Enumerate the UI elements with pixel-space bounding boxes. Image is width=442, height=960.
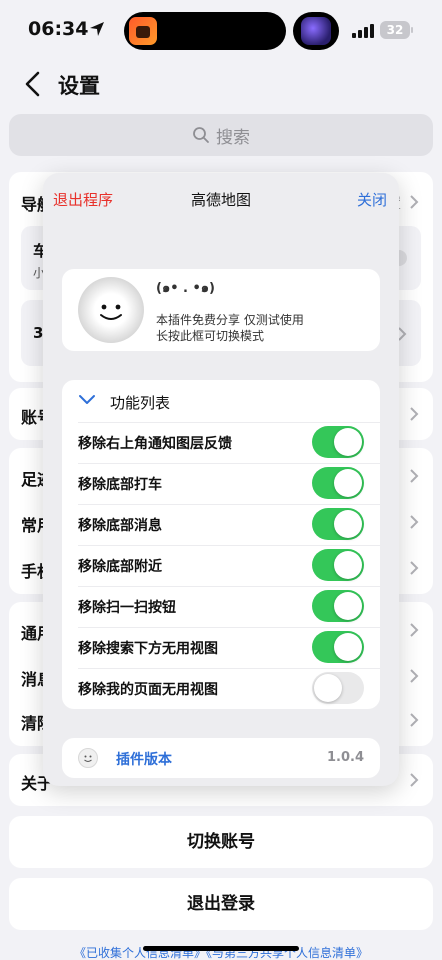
- feature-label: 移除底部附近: [78, 559, 162, 575]
- plugin-version-card: 插件版本 1.0.4: [62, 738, 380, 778]
- status-bar: 06:34 32: [0, 0, 442, 62]
- row-divider: [78, 545, 380, 546]
- feature-label: 移除底部消息: [78, 518, 162, 534]
- plugin-version-value: 1.0.4: [326, 750, 364, 765]
- feature-toggle-switch[interactable]: [312, 672, 364, 704]
- chevron-right-icon: [410, 407, 419, 421]
- toggle-knob: [334, 428, 362, 456]
- overlay-title: 高德地图: [190, 191, 251, 209]
- row-divider: [78, 668, 380, 669]
- info-line-1: 本插件免费分享 仅测试使用: [156, 313, 304, 327]
- feature-label: 移除右上角通知图层反馈: [78, 436, 232, 452]
- feature-label: 移除我的页面无用视图: [78, 682, 218, 698]
- home-indicator[interactable]: [143, 946, 299, 951]
- chevron-right-icon: [410, 713, 419, 727]
- search-bar[interactable]: 搜索: [9, 114, 433, 156]
- row-divider: [78, 463, 380, 464]
- feature-row: 移除搜索下方无用视图: [62, 627, 380, 668]
- feature-row: 移除扫一扫按钮: [62, 586, 380, 627]
- kaomoji-text: (๑• . •๑): [156, 281, 215, 296]
- search-icon: [193, 127, 209, 143]
- battery-icon: 32: [380, 21, 410, 39]
- switch-account-button[interactable]: 切换账号: [9, 816, 433, 868]
- feature-label: 移除扫一扫按钮: [78, 600, 176, 616]
- toggle-knob: [334, 592, 362, 620]
- cellular-signal-icon: [352, 24, 374, 38]
- feature-list-title: 功能列表: [110, 394, 171, 412]
- chevron-right-icon: [410, 195, 419, 209]
- smiley-face-icon: [78, 277, 144, 343]
- feature-toggle-switch[interactable]: [312, 631, 364, 663]
- location-arrow-icon: [90, 22, 104, 36]
- feature-list-header[interactable]: 功能列表: [62, 380, 380, 422]
- row-divider: [78, 627, 380, 628]
- chevron-right-icon: [410, 623, 419, 637]
- chevron-right-icon: [410, 515, 419, 529]
- toggle-knob: [314, 674, 342, 702]
- smiley-small-icon: [78, 748, 98, 768]
- feature-row: 移除右上角通知图层反馈: [62, 422, 380, 463]
- feature-toggle-switch[interactable]: [312, 590, 364, 622]
- toggle-knob: [334, 551, 362, 579]
- toggle-knob: [334, 469, 362, 497]
- row-divider: [78, 586, 380, 587]
- feature-row: 移除底部附近: [62, 545, 380, 586]
- status-time: 06:34: [28, 18, 89, 40]
- plugin-version-label: 插件版本: [116, 752, 172, 768]
- toggle-knob: [334, 633, 362, 661]
- live-activity-game-icon: [301, 17, 331, 45]
- chevron-right-icon: [410, 773, 419, 787]
- feature-row: 移除底部消息: [62, 504, 380, 545]
- feature-toggle-switch[interactable]: [312, 549, 364, 581]
- search-placeholder: 搜索: [216, 127, 250, 148]
- dynamic-island-right: [293, 12, 339, 50]
- info-line-2: 长按此框可切换模式: [156, 329, 265, 343]
- logout-button[interactable]: 退出登录: [9, 878, 433, 930]
- close-button[interactable]: 关闭: [357, 189, 387, 210]
- feature-toggle-switch[interactable]: [312, 467, 364, 499]
- chevron-right-icon: [410, 561, 419, 575]
- feature-row: 移除底部打车: [62, 463, 380, 504]
- plugin-info-card[interactable]: (๑• . •๑) 本插件免费分享 仅测试使用 长按此框可切换模式: [62, 269, 380, 351]
- chevron-right-icon: [410, 469, 419, 483]
- page-title: 设置: [58, 74, 100, 98]
- feature-list-card: 功能列表 移除右上角通知图层反馈 移除底部打车 移除底部消息 移除底部附近 移除扫一扫按…: [62, 380, 380, 709]
- feature-toggle-switch[interactable]: [312, 426, 364, 458]
- chevron-down-icon: [79, 395, 95, 404]
- feature-row: 移除我的页面无用视图: [62, 668, 380, 709]
- back-chevron-icon[interactable]: [22, 70, 44, 98]
- plugin-overlay-panel: 退出程序 高德地图 关闭 (๑• . •๑) 本插件免费分享 仅测试使用 长按此…: [43, 173, 399, 786]
- battery-tip: [411, 27, 413, 33]
- live-activity-app-icon: [129, 17, 157, 45]
- subcard-2-title: 3: [33, 324, 44, 342]
- feature-toggle-switch[interactable]: [312, 508, 364, 540]
- chevron-right-icon: [410, 669, 419, 683]
- feature-label: 移除搜索下方无用视图: [78, 641, 218, 657]
- feature-label: 移除底部打车: [78, 477, 162, 493]
- dynamic-island: [124, 12, 286, 50]
- row-divider: [78, 504, 380, 505]
- toggle-knob: [334, 510, 362, 538]
- row-divider: [78, 422, 380, 423]
